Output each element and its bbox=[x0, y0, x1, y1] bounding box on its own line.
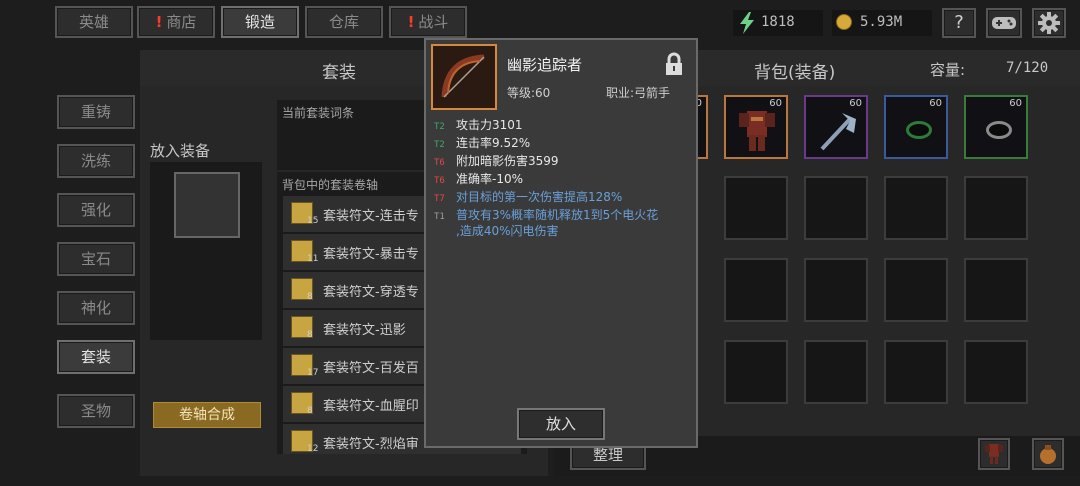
bow-icon bbox=[441, 54, 485, 98]
bag-slot[interactable]: 60 bbox=[804, 95, 868, 159]
bag-slot[interactable] bbox=[884, 340, 948, 404]
put-in-button[interactable]: 放入 bbox=[517, 408, 605, 440]
item-name: 幽影追踪者 bbox=[507, 56, 583, 74]
sidebar-item-enhance[interactable]: 强化 bbox=[57, 193, 135, 227]
sidebar-item-gem[interactable]: 宝石 bbox=[57, 242, 135, 276]
bag-slot[interactable] bbox=[884, 176, 948, 240]
put-equipment-label: 放入装备 bbox=[150, 142, 211, 160]
bag-slot[interactable] bbox=[724, 176, 788, 240]
alert-icon: ! bbox=[155, 13, 163, 31]
lock-icon[interactable] bbox=[664, 52, 684, 76]
bag-slot[interactable]: 60 bbox=[724, 95, 788, 159]
gear-icon bbox=[1038, 12, 1060, 34]
equip-slot[interactable] bbox=[174, 172, 240, 238]
energy-value: 1818 bbox=[761, 14, 795, 30]
sidebar-item-set[interactable]: 套装 bbox=[57, 340, 135, 374]
tab-forge[interactable]: 锻造 bbox=[221, 6, 299, 38]
stat-line: ,造成40%闪电伤害 bbox=[456, 224, 559, 238]
energy-display: 1818 bbox=[733, 10, 823, 36]
tab-shop[interactable]: ! 商店 bbox=[137, 6, 215, 38]
lightning-icon bbox=[740, 12, 754, 34]
gamepad-icon bbox=[992, 17, 1016, 29]
stat-line: T6 准确率-10% bbox=[434, 172, 524, 186]
bag-button[interactable] bbox=[1032, 438, 1064, 470]
axe-icon bbox=[820, 113, 856, 151]
capacity-label: 容量: bbox=[930, 61, 966, 79]
sidebar-item-reroll[interactable]: 洗练 bbox=[57, 144, 135, 178]
item-class: 职业:弓箭手 bbox=[606, 86, 671, 100]
item-icon-frame bbox=[431, 44, 497, 110]
sidebar-item-divine[interactable]: 神化 bbox=[57, 291, 135, 325]
scrolls-label: 背包中的套装卷轴 bbox=[282, 178, 379, 192]
tab-hero[interactable]: 英雄 bbox=[55, 6, 133, 38]
bag-slot[interactable] bbox=[804, 258, 868, 322]
bag-icon bbox=[1040, 445, 1056, 464]
bag-slot[interactable] bbox=[964, 176, 1028, 240]
help-button[interactable]: ? bbox=[942, 8, 976, 38]
bag-slot[interactable]: 60 bbox=[884, 95, 948, 159]
stat-line: T2 连击率9.52% bbox=[434, 136, 531, 150]
alert-icon: ! bbox=[407, 13, 415, 31]
bag-slot[interactable] bbox=[724, 340, 788, 404]
bag-slot[interactable] bbox=[964, 340, 1028, 404]
bag-slot[interactable] bbox=[724, 258, 788, 322]
capacity-value: 7/120 bbox=[1006, 60, 1049, 76]
set-title: 套装 bbox=[322, 63, 356, 83]
stat-line: T1 普攻有3%概率随机释放1到5个电火花 bbox=[434, 208, 659, 222]
ring-icon bbox=[906, 121, 932, 139]
equipment-filter-button[interactable] bbox=[978, 438, 1010, 470]
stat-list: T2 攻击力3101 T2 连击率9.52% T6 附加暗影伤害3599 T6 准确率-… bbox=[434, 116, 696, 246]
item-level: 等级:60 bbox=[507, 86, 551, 100]
gold-display: 5.93M bbox=[832, 10, 932, 36]
armor-icon bbox=[739, 111, 775, 151]
bag-slot[interactable] bbox=[804, 340, 868, 404]
bag-slot[interactable] bbox=[964, 258, 1028, 322]
sidebar-item-recast[interactable]: 重铸 bbox=[57, 95, 135, 129]
gamepad-button[interactable] bbox=[986, 8, 1022, 38]
current-affix-label: 当前套装词条 bbox=[282, 106, 355, 120]
bag-slot[interactable] bbox=[884, 258, 948, 322]
gold-value: 5.93M bbox=[860, 14, 903, 30]
stat-line: T7 对目标的第一次伤害提高128% bbox=[434, 190, 623, 204]
coin-icon bbox=[836, 14, 852, 30]
bag-slot[interactable] bbox=[804, 176, 868, 240]
bag-title: 背包(装备) bbox=[754, 63, 836, 83]
item-tooltip: 幽影追踪者 等级:60 职业:弓箭手 T2 攻击力3101 T2 连击率9.52% … bbox=[424, 38, 698, 448]
armor-icon bbox=[985, 444, 1003, 464]
ring-icon bbox=[986, 121, 1012, 139]
bag-slot[interactable]: 60 bbox=[964, 95, 1028, 159]
tab-battle[interactable]: ! 战斗 bbox=[389, 6, 467, 38]
synthesize-button[interactable]: 卷轴合成 bbox=[153, 402, 261, 428]
stat-line: T2 攻击力3101 bbox=[434, 118, 523, 132]
top-tab-bar: 英雄 ! 商店 锻造 仓库 ! 战斗 bbox=[55, 6, 470, 38]
stat-line: T6 附加暗影伤害3599 bbox=[434, 154, 559, 168]
settings-button[interactable] bbox=[1032, 8, 1066, 38]
sidebar-item-relic[interactable]: 圣物 bbox=[57, 394, 135, 428]
tab-warehouse[interactable]: 仓库 bbox=[305, 6, 383, 38]
